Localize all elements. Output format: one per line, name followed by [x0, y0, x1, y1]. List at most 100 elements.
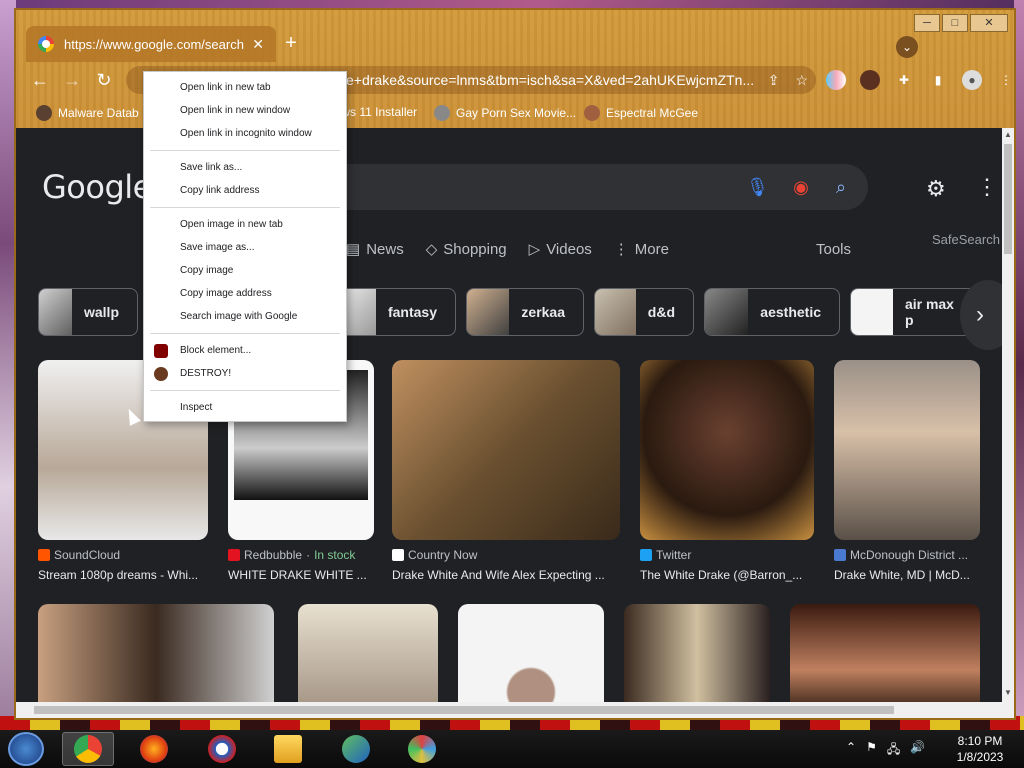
chips-next-arrow-icon[interactable]: › — [960, 280, 1002, 350]
result-image[interactable] — [834, 360, 980, 540]
show-hidden-icons-icon[interactable]: ⌃ — [846, 740, 856, 761]
image-result[interactable] — [38, 604, 274, 702]
chip-zerkaa[interactable]: zerkaa — [466, 288, 584, 336]
google-logo[interactable]: Google — [42, 168, 152, 206]
profile-avatar-icon[interactable]: ● — [962, 70, 982, 90]
menu-search-image-google[interactable]: Search image with Google — [144, 307, 346, 327]
chip-fantasy[interactable]: fantasy — [334, 288, 456, 336]
scroll-down-icon[interactable]: ▼ — [1002, 688, 1014, 700]
result-image[interactable] — [790, 604, 980, 702]
menu-destroy[interactable]: DESTROY! — [144, 364, 346, 384]
menu-block-element[interactable]: Block element... — [144, 341, 346, 361]
menu-open-link-incognito[interactable]: Open link in incognito window — [144, 124, 346, 144]
bookmark-espectral[interactable]: Espectral McGee — [584, 105, 698, 121]
filter-shopping[interactable]: ◇ Shopping — [426, 240, 507, 259]
back-arrow-icon[interactable]: ← — [28, 68, 52, 92]
tab-close-icon[interactable]: ✕ — [252, 36, 264, 53]
settings-gear-icon[interactable]: ⚙ — [926, 176, 946, 202]
new-tab-button[interactable]: + — [280, 32, 302, 54]
result-title[interactable]: Stream 1080p dreams - Whi... — [38, 568, 208, 582]
menu-open-image-new-tab[interactable]: Open image in new tab — [144, 215, 346, 235]
menu-copy-link-address[interactable]: Copy link address — [144, 181, 346, 201]
lens-camera-icon[interactable]: ◉ — [790, 176, 812, 198]
taskbar-firefox[interactable] — [128, 732, 180, 766]
result-source[interactable]: Redbubble · In stock — [228, 548, 374, 562]
folder-icon — [274, 735, 302, 763]
result-title[interactable]: WHITE DRAKE WHITE ... — [228, 568, 374, 582]
taskbar-network-app[interactable] — [330, 732, 382, 766]
menu-copy-image[interactable]: Copy image — [144, 261, 346, 281]
scrollbar-thumb[interactable] — [1004, 144, 1012, 254]
result-image[interactable] — [392, 360, 620, 540]
filter-videos[interactable]: ▷ Videos — [529, 240, 592, 259]
menu-inspect[interactable]: Inspect — [144, 398, 346, 418]
result-source[interactable]: McDonough District ... — [834, 548, 980, 562]
maximize-button[interactable]: □ — [942, 14, 968, 32]
horizontal-scrollbar[interactable] — [16, 702, 1014, 718]
menu-copy-image-address[interactable]: Copy image address — [144, 284, 346, 304]
scrollbar-thumb[interactable] — [34, 706, 894, 714]
image-result[interactable]: McDonough District ... Drake White, MD |… — [834, 360, 980, 582]
result-image[interactable] — [298, 604, 438, 702]
forward-arrow-icon[interactable]: → — [60, 68, 84, 92]
extension-avatar-icon[interactable] — [860, 70, 880, 90]
taskbar-obama[interactable] — [196, 732, 248, 766]
scroll-up-icon[interactable]: ▲ — [1002, 130, 1014, 142]
chip-aesthetic[interactable]: aesthetic — [704, 288, 840, 336]
tab-search-button[interactable]: ⌄ — [896, 36, 918, 58]
result-source[interactable]: Twitter — [640, 548, 814, 562]
volume-icon[interactable]: 🔊 — [910, 740, 925, 761]
close-window-button[interactable]: ✕ — [970, 14, 1008, 32]
bookmark-malware[interactable]: Malware Datab — [36, 105, 139, 121]
result-image[interactable] — [458, 604, 604, 702]
extension-flag-icon[interactable] — [826, 70, 846, 90]
result-title[interactable]: Drake White, MD | McD... — [834, 568, 980, 582]
safesearch-button[interactable]: SafeSearch — [932, 232, 1000, 247]
image-result[interactable]: Country Now Drake White And Wife Alex Ex… — [392, 360, 620, 582]
bookmark-label: Malware Datab — [58, 106, 139, 120]
result-source[interactable]: Country Now — [392, 548, 620, 562]
image-result[interactable] — [298, 604, 438, 702]
bookmark-star-icon[interactable]: ☆ — [795, 66, 808, 94]
bookmark-movie[interactable]: Gay Porn Sex Movie... — [434, 105, 576, 121]
menu-open-link-new-window[interactable]: Open link in new window — [144, 101, 346, 121]
network-icon[interactable]: 🖧 — [887, 740, 900, 761]
result-title[interactable]: Drake White And Wife Alex Expecting ... — [392, 568, 620, 582]
image-result[interactable] — [458, 604, 604, 702]
minimize-button[interactable]: ─ — [914, 14, 940, 32]
menu-save-image-as[interactable]: Save image as... — [144, 238, 346, 258]
chrome-menu-icon[interactable]: ⋮ — [996, 70, 1016, 90]
result-image[interactable] — [624, 604, 770, 702]
menu-save-link-as[interactable]: Save link as... — [144, 158, 346, 178]
chip-dnd[interactable]: d&d — [594, 288, 694, 336]
start-button[interactable] — [8, 732, 44, 766]
google-apps-icon[interactable]: ⋮⋮⋮ — [976, 174, 1002, 200]
image-result[interactable] — [624, 604, 770, 702]
taskbar-file-explorer[interactable] — [262, 732, 314, 766]
menu-open-link-new-tab[interactable]: Open link in new tab — [144, 78, 346, 98]
filter-news[interactable]: ▤ News — [346, 240, 404, 259]
vertical-scrollbar[interactable]: ▲ ▼ — [1002, 128, 1014, 702]
tools-button[interactable]: Tools — [816, 241, 851, 258]
image-result[interactable]: Twitter The White Drake (@Barron_... — [640, 360, 814, 582]
share-icon[interactable]: ⇪ — [768, 66, 780, 94]
search-icon[interactable]: ⌕ — [830, 176, 852, 198]
result-image[interactable] — [38, 604, 274, 702]
side-panel-icon[interactable]: ▮ — [928, 70, 948, 90]
result-image[interactable] — [640, 360, 814, 540]
filter-more[interactable]: ⋮ More — [614, 240, 669, 259]
taskbar-chrome[interactable] — [62, 732, 114, 766]
reload-icon[interactable]: ↻ — [92, 68, 116, 92]
taskbar-paint[interactable] — [396, 732, 448, 766]
chip-wallp[interactable]: wallp — [38, 288, 138, 336]
microphone-icon[interactable]: 🎙 — [746, 176, 769, 198]
flag-icon[interactable]: ⚑ — [866, 740, 877, 761]
browser-tab[interactable]: https://www.google.com/search?q ✕ — [26, 26, 276, 62]
clock[interactable]: 8:10 PM 1/8/2023 — [940, 733, 1020, 765]
menu-item-label: Block element... — [180, 345, 252, 356]
result-source[interactable]: SoundCloud — [38, 548, 208, 562]
extensions-puzzle-icon[interactable]: ✚ — [894, 70, 914, 90]
search-box[interactable]: 🎙 ◉ ⌕ — [316, 164, 868, 210]
image-result[interactable] — [790, 604, 980, 702]
result-title[interactable]: The White Drake (@Barron_... — [640, 568, 814, 582]
